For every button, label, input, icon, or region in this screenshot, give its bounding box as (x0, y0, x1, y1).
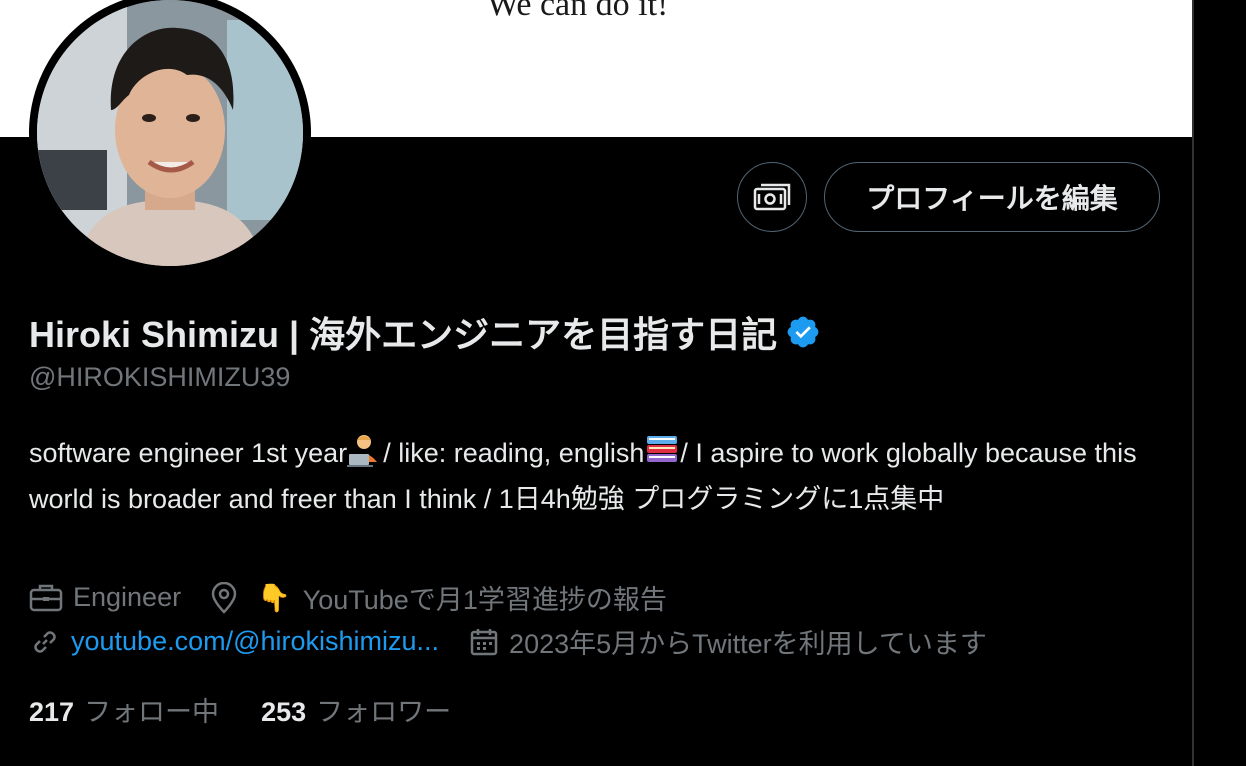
technologist-emoji-icon (347, 432, 383, 479)
display-name: Hiroki Shimizu | 海外エンジニアを目指す日記 (29, 314, 778, 355)
verified-badge-icon[interactable] (785, 314, 821, 350)
profile-avatar[interactable] (29, 0, 311, 274)
money-settings-button[interactable] (737, 162, 807, 232)
books-emoji-icon (644, 432, 680, 479)
join-date-text: 2023年5月からTwitterを利用しています (509, 629, 987, 659)
profile-bio: software engineer 1st year / like: readin… (29, 432, 1169, 519)
following-label: フォロー中 (84, 697, 220, 727)
follow-stats: 217 フォロー中 253 フォロワー (29, 690, 493, 729)
avatar-photo (37, 0, 303, 266)
followers-label: フォロワー (316, 697, 452, 727)
right-sidebar-edge (1194, 0, 1246, 766)
money-settings-icon (753, 183, 791, 211)
profile-handle: @HIROKISHIMIZU39 (29, 362, 291, 392)
avatar-image (37, 0, 303, 266)
website-link[interactable]: youtube.com/@hirokishimizu... (71, 626, 439, 657)
location-pin-icon (211, 581, 237, 614)
website-item[interactable]: youtube.com/@hirokishimizu... (29, 626, 439, 658)
banner-text: We can do it! (487, 0, 669, 23)
profile-name-row: Hiroki Shimizu | 海外エンジニアを目指す日記 (29, 306, 821, 358)
profile-page: We can do it! プロフィールを編集 Hiroki Shimizu |… (0, 0, 1246, 766)
edit-profile-button[interactable]: プロフィールを編集 (824, 162, 1160, 232)
join-date-item: 2023年5月からTwitterを利用しています (469, 622, 987, 661)
location-text: YouTubeで月1学習進捗の報告 (302, 585, 667, 615)
profile-meta-row-1: Engineer 👇 YouTubeで月1学習進捗の報告 (29, 578, 695, 617)
location-item: 👇 YouTubeで月1学習進捗の報告 (209, 578, 667, 617)
calendar-icon (470, 628, 498, 655)
followers-link[interactable]: 253 フォロワー (261, 690, 451, 729)
profile-meta-row-2: youtube.com/@hirokishimizu... 2023年5月からT… (29, 622, 1015, 661)
bio-part-1: software engineer 1st year (29, 438, 348, 468)
bio-part-2: / like: reading, english (383, 438, 645, 468)
following-link[interactable]: 217 フォロー中 (29, 690, 219, 729)
job-text: Engineer (73, 582, 182, 612)
briefcase-icon (29, 584, 63, 611)
pointing-down-emoji-icon: 👇 (257, 582, 291, 613)
link-icon (34, 630, 56, 653)
following-count: 217 (29, 697, 75, 727)
followers-count: 253 (261, 697, 307, 727)
job-item: Engineer (29, 582, 181, 613)
